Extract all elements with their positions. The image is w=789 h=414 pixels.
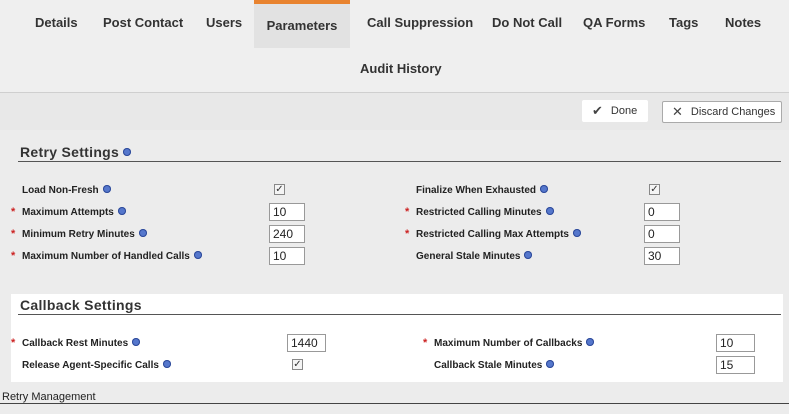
info-icon[interactable] — [573, 229, 581, 238]
retry-management-title: Retry Management — [2, 391, 96, 403]
info-icon[interactable] — [586, 338, 595, 347]
required-marker: * — [11, 206, 16, 218]
max-attempts-input[interactable] — [269, 203, 305, 221]
finalize-when-exhausted-checkbox[interactable]: ✓ — [649, 184, 660, 195]
callback-settings-section: Callback Settings * Callback Rest Minute… — [11, 294, 783, 382]
max-callbacks-input[interactable] — [716, 334, 755, 352]
info-icon[interactable] — [524, 251, 533, 260]
info-icon[interactable] — [545, 207, 554, 216]
discard-changes-button[interactable]: ✕ Discard Changes — [662, 101, 782, 123]
done-button-label: Done — [610, 105, 638, 117]
release-agent-specific-checkbox[interactable]: ✓ — [292, 359, 303, 370]
required-marker: * — [405, 206, 410, 218]
required-marker: * — [11, 250, 16, 262]
tab-tags[interactable]: Tags — [669, 15, 698, 30]
divider — [18, 161, 781, 162]
required-marker: * — [405, 228, 410, 240]
callback-settings-title: Callback Settings — [20, 297, 142, 313]
tab-parameters-label: Parameters — [266, 18, 338, 33]
tab-bar: Details Post Contact Users Parameters Ca… — [0, 0, 789, 92]
background-edge — [783, 294, 789, 382]
action-toolbar: ✔ Done ✕ Discard Changes — [0, 92, 789, 131]
tab-post-contact[interactable]: Post Contact — [103, 15, 183, 30]
finalize-when-exhausted-label: Finalize When Exhausted — [416, 185, 549, 196]
tab-call-suppression[interactable]: Call Suppression — [367, 15, 473, 30]
min-retry-minutes-label: Minimum Retry Minutes — [22, 229, 147, 240]
info-icon[interactable] — [138, 229, 147, 238]
tab-qa-forms[interactable]: QA Forms — [583, 15, 645, 30]
retry-settings-section: Retry Settings Load Non-Fresh ✓ * Maximu… — [0, 130, 789, 295]
background-edge — [0, 294, 11, 382]
restricted-calling-minutes-label: Restricted Calling Minutes — [416, 207, 554, 218]
info-icon[interactable] — [546, 360, 555, 369]
retry-settings-title: Retry Settings — [20, 144, 132, 160]
restricted-calling-max-attempts-input[interactable] — [644, 225, 680, 243]
info-icon[interactable] — [193, 251, 202, 260]
min-retry-minutes-input[interactable] — [269, 225, 305, 243]
required-marker: * — [423, 337, 428, 349]
tab-do-not-call[interactable]: Do Not Call — [492, 15, 562, 30]
release-agent-specific-label: Release Agent-Specific Calls — [22, 360, 171, 371]
done-button[interactable]: ✔ Done — [582, 100, 648, 122]
discard-changes-label: Discard Changes — [690, 106, 776, 118]
info-icon[interactable] — [117, 207, 126, 216]
info-icon[interactable] — [123, 148, 132, 157]
info-icon[interactable] — [162, 360, 171, 369]
callback-stale-minutes-input[interactable] — [716, 356, 755, 374]
restricted-calling-max-attempts-label: Restricted Calling Max Attempts — [416, 229, 581, 240]
callback-stale-minutes-label: Callback Stale Minutes — [434, 360, 555, 371]
checkmark-icon: ✔ — [592, 103, 603, 118]
required-marker: * — [11, 228, 16, 240]
info-icon[interactable] — [102, 185, 111, 194]
max-callbacks-label: Maximum Number of Callbacks — [434, 338, 595, 349]
callback-rest-minutes-label: Callback Rest Minutes — [22, 338, 141, 349]
tab-audit-history[interactable]: Audit History — [360, 61, 442, 76]
info-icon[interactable] — [540, 185, 549, 194]
tab-parameters[interactable]: Parameters — [254, 0, 350, 48]
retry-management-section — [0, 382, 789, 414]
max-attempts-label: Maximum Attempts — [22, 207, 126, 218]
restricted-calling-minutes-input[interactable] — [644, 203, 680, 221]
divider — [18, 314, 781, 315]
callback-rest-minutes-input[interactable] — [287, 334, 326, 352]
load-non-fresh-label: Load Non-Fresh — [22, 185, 111, 196]
info-icon[interactable] — [132, 338, 141, 347]
tab-users[interactable]: Users — [206, 15, 242, 30]
close-icon: ✕ — [672, 104, 683, 119]
general-stale-minutes-input[interactable] — [644, 247, 680, 265]
tab-notes[interactable]: Notes — [725, 15, 761, 30]
tab-details[interactable]: Details — [35, 15, 78, 30]
retry-settings-title-text: Retry Settings — [20, 144, 120, 160]
required-marker: * — [11, 337, 16, 349]
divider — [0, 403, 789, 404]
load-non-fresh-checkbox[interactable]: ✓ — [274, 184, 285, 195]
general-stale-minutes-label: General Stale Minutes — [416, 251, 533, 262]
max-handled-calls-label: Maximum Number of Handled Calls — [22, 251, 202, 262]
max-handled-calls-input[interactable] — [269, 247, 305, 265]
